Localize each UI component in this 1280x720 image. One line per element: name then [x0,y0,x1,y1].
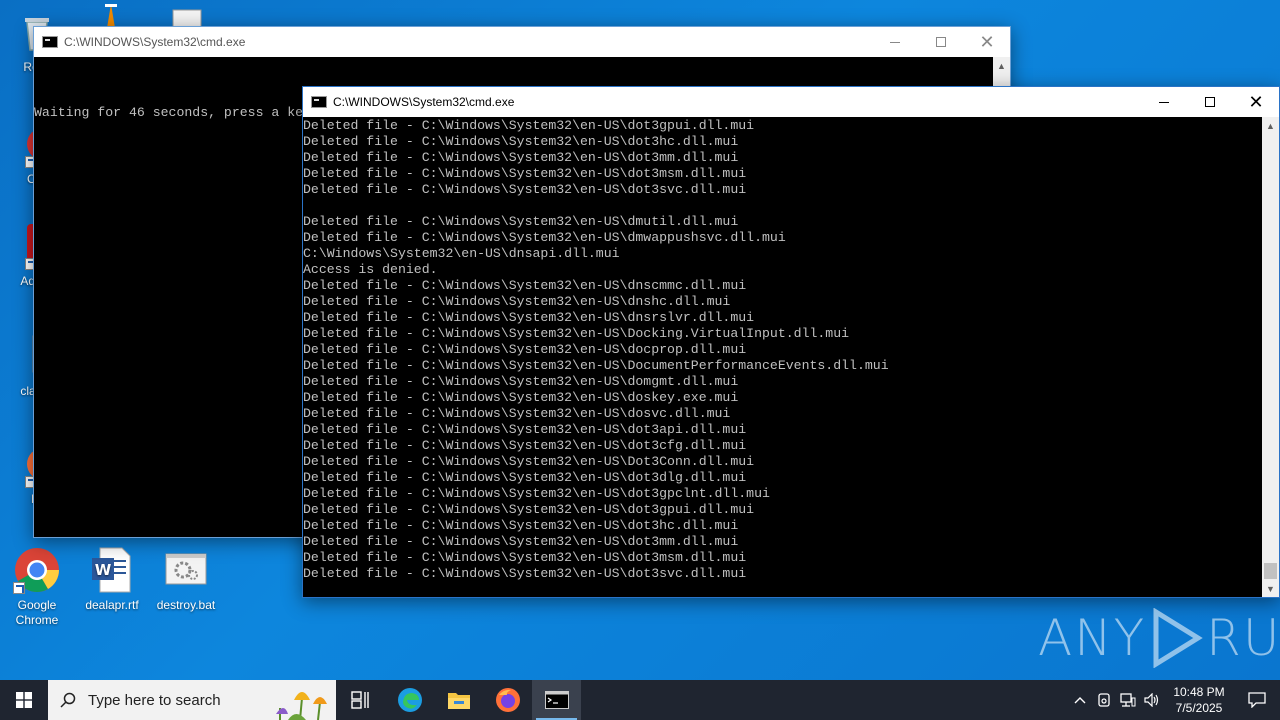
console-line: Deleted file - C:\Windows\System32\en-US… [303,374,739,389]
console-line: Deleted file - C:\Windows\System32\en-US… [303,214,739,229]
taskbar: Type here to search 10:48 PM 7/5/2025 [0,680,1280,720]
search-icon [48,692,88,708]
console-line: Access is denied. [303,262,438,277]
taskbar-firefox-button[interactable] [483,680,532,720]
scroll-up-icon[interactable]: ▲ [993,57,1010,74]
close-icon: ✕ [979,32,995,52]
shortcut-arrow-icon [13,582,25,594]
search-placeholder: Type here to search [88,691,221,709]
minimize-button[interactable] [872,27,918,57]
console-line: Deleted file - C:\Windows\System32\en-US… [303,118,755,133]
cmd-window-foreground[interactable]: C:\WINDOWS\System32\cmd.exe ✕ Deleted fi… [302,86,1280,598]
cmd-icon [311,96,327,108]
console-line: Deleted file - C:\Windows\System32\en-US… [303,518,739,533]
console-line: Deleted file - C:\Windows\System32\en-US… [303,310,755,325]
window-title: C:\WINDOWS\System32\cmd.exe [64,35,246,49]
start-button[interactable] [0,680,48,720]
desktop-icon-google-chrome[interactable]: Google Chrome [0,546,74,628]
console-line: Deleted file - C:\Windows\System32\en-US… [303,150,739,165]
console-line: Deleted file - C:\Windows\System32\en-US… [303,550,747,565]
desktop-icon-label: Google Chrome [15,598,59,627]
scroll-thumb[interactable] [1264,563,1277,579]
desktop-icon-dealapr[interactable]: W dealapr.rtf [75,546,149,613]
play-triangle-icon [1153,608,1203,668]
desktop-icon-label: dealapr.rtf [85,598,139,612]
scroll-down-icon[interactable]: ▼ [1262,580,1279,597]
scroll-up-icon[interactable]: ▲ [1262,117,1279,134]
window-title: C:\WINDOWS\System32\cmd.exe [333,95,515,109]
console-line: Deleted file - C:\Windows\System32\en-US… [303,294,731,309]
firefox-icon [495,688,520,712]
console-line: Deleted file - C:\Windows\System32\en-US… [303,470,747,485]
volume-icon[interactable] [1140,693,1164,707]
cmd-icon [42,36,58,48]
console-line: Deleted file - C:\Windows\System32\en-US… [303,534,739,549]
clock-time: 10:48 PM [1173,685,1225,699]
word-document-icon: W [88,546,136,594]
show-hidden-icons-chevron-up-icon[interactable] [1068,696,1092,704]
task-view-icon [350,691,369,709]
notification-icon [1248,692,1266,708]
taskbar-cmd-button[interactable] [532,680,581,720]
watermark-logo: ANY [1038,609,1147,667]
title-bar[interactable]: C:\WINDOWS\System32\cmd.exe ✕ [303,87,1279,117]
console-line: Deleted file - C:\Windows\System32\en-US… [303,230,786,245]
minimize-button[interactable] [1141,87,1187,117]
maximize-button[interactable] [918,27,964,57]
batch-file-icon [162,546,210,594]
svg-text:W: W [95,561,112,579]
notification-center-button[interactable] [1234,692,1280,708]
close-button[interactable]: ✕ [1233,87,1279,117]
network-icon[interactable] [1116,693,1140,707]
desktop-icon-destroy-bat[interactable]: destroy.bat [149,546,223,613]
maximize-icon [1205,97,1215,107]
console-line: Deleted file - C:\Windows\System32\en-US… [303,566,747,581]
minimize-icon [1159,101,1169,103]
system-tray: 10:48 PM 7/5/2025 [1068,680,1280,720]
close-button[interactable]: ✕ [964,27,1010,57]
console-line: Deleted file - C:\Windows\System32\en-US… [303,342,747,357]
console-line: Deleted file - C:\Windows\System32\en-US… [303,486,770,501]
console-line: Deleted file - C:\Windows\System32\en-US… [303,278,747,293]
watermark-logo: RUN [1206,609,1280,667]
console-line: Deleted file - C:\Windows\System32\en-US… [303,326,850,341]
console-line: Deleted file - C:\Windows\System32\en-US… [303,166,747,181]
cmd-icon [544,691,569,709]
console-line: Deleted file - C:\Windows\System32\en-US… [303,502,755,517]
console-line: Deleted file - C:\Windows\System32\en-US… [303,134,739,149]
maximize-button[interactable] [1187,87,1233,117]
console-line: Deleted file - C:\Windows\System32\en-US… [303,422,747,437]
search-highlight-flowers-icon [276,692,327,720]
console-line: Deleted file - C:\Windows\System32\en-US… [303,390,739,405]
close-icon: ✕ [1248,92,1264,112]
taskbar-file-explorer-button[interactable] [434,680,483,720]
console-line: Deleted file - C:\Windows\System32\en-US… [303,454,755,469]
edge-icon [397,688,422,712]
minimize-icon [890,41,900,43]
vertical-scrollbar[interactable]: ▲ ▼ [1262,117,1279,597]
console-line: Deleted file - C:\Windows\System32\en-US… [303,438,747,453]
console-line: Deleted file - C:\Windows\System32\en-US… [303,182,747,197]
chrome-icon [13,546,61,594]
taskbar-search-box[interactable]: Type here to search [48,680,336,720]
task-view-button[interactable] [336,680,385,720]
clock-date: 7/5/2025 [1175,701,1223,715]
folder-icon [447,693,470,709]
console-line: Deleted file - C:\Windows\System32\en-US… [303,358,889,373]
maximize-icon [936,37,946,47]
taskbar-edge-button[interactable] [385,680,434,720]
windows-logo-icon [16,692,32,708]
anyrun-watermark: ANY RUN [1038,608,1280,668]
console-line: C:\Windows\System32\en-US\dnsapi.dll.mui [303,246,620,261]
device-icon[interactable] [1092,693,1116,707]
desktop: Recy CCl Ad Acr classv [0,0,1280,680]
console-output[interactable]: Deleted file - C:\Windows\System32\en-US… [303,118,1262,597]
title-bar[interactable]: C:\WINDOWS\System32\cmd.exe ✕ [34,27,1010,57]
console-line: Deleted file - C:\Windows\System32\en-US… [303,406,731,421]
desktop-icon-label: destroy.bat [156,598,216,612]
taskbar-clock[interactable]: 10:48 PM 7/5/2025 [1164,684,1234,716]
